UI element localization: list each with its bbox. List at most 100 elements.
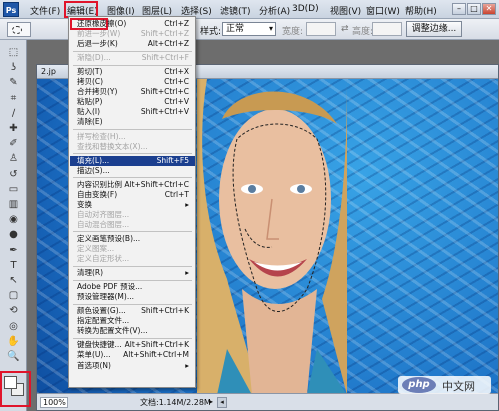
marquee-icon[interactable]: ⬚ [6, 47, 21, 59]
watermark: php 中文网 [398, 376, 491, 394]
type-icon[interactable]: T [6, 260, 21, 272]
edit-menu-item[interactable]: 剪切(T) Ctrl+X [70, 67, 195, 77]
quick-select-icon[interactable]: ✎ [6, 77, 21, 89]
edit-menu-item[interactable]: 键盘快捷键... Alt+Shift+Ctrl+K [70, 340, 195, 350]
menu-separator [73, 231, 192, 233]
menu-help[interactable]: 帮助(H) [405, 4, 437, 17]
menu-separator [73, 337, 192, 339]
menu-separator [73, 129, 192, 130]
menu-window[interactable]: 窗口(W) [366, 4, 400, 17]
zoom-icon[interactable]: 🔍 [6, 351, 21, 363]
menu-filter[interactable]: 滤镜(T) [220, 4, 251, 17]
menu-3d[interactable]: 3D(D) [292, 4, 319, 14]
edit-menu-item[interactable]: 清除(E) [70, 117, 195, 127]
shape-icon[interactable]: ▢ [6, 290, 21, 302]
edit-menu-item[interactable]: 描边(S)... [70, 166, 195, 176]
document-title: 2.jp [41, 67, 56, 76]
history-brush-icon[interactable]: ↺ [6, 169, 21, 181]
edit-menu-item[interactable]: 定义画笔预设(B)... [70, 234, 195, 244]
edit-menu-item[interactable]: 指定配置文件... [70, 316, 195, 326]
brush-icon[interactable]: ✐ [6, 138, 21, 150]
menu-item-label: 粘贴(P) [77, 97, 103, 107]
minimize-button[interactable]: – [452, 3, 466, 15]
menu-item-shortcut: Ctrl+V [164, 97, 189, 107]
elliptical-marquee-preset-icon[interactable] [7, 22, 31, 37]
toolbox: ⬚ ʖ ✎ ⌗ ∕ ✚ ✐ ♙ ↺ ▭ ▥ ◉ ● ✒ T ↖ ▢ ⟲ ◎ ✋ 🔍 [0, 40, 27, 411]
edit-menu-item[interactable]: 颜色设置(G)... Shift+Ctrl+K [70, 306, 195, 316]
menu-file[interactable]: 文件(F) [30, 4, 60, 17]
menu-item-label: 前进一步(W) [77, 29, 121, 39]
edit-menu-item[interactable]: 拷贝(C) Ctrl+C [70, 77, 195, 87]
edit-menu-item[interactable]: 粘贴(P) Ctrl+V [70, 97, 195, 107]
close-button[interactable]: ✕ [482, 3, 496, 15]
healing-brush-icon[interactable]: ✚ [6, 123, 21, 135]
menu-item-shortcut: Shift+F5 [156, 155, 189, 165]
edit-menu-item[interactable]: 填充(L)... Shift+F5 [70, 155, 195, 166]
height-input[interactable] [372, 22, 402, 36]
menu-view[interactable]: 视图(V) [330, 4, 361, 17]
menu-item-label: 自由变换(F) [77, 189, 118, 199]
swap-icon[interactable]: ⇄ [341, 24, 349, 34]
menu-item-label: 渐隐(D)... [77, 53, 111, 63]
menu-item-shortcut: Alt+Ctrl+Z [147, 39, 189, 49]
edit-menu-item: 拼写检查(H)... [70, 132, 195, 142]
edit-menu-item[interactable]: 贴入(I) Shift+Ctrl+V [70, 107, 195, 117]
edit-menu-item[interactable]: 变换 ▸ [70, 200, 195, 210]
maximize-button[interactable]: □ [467, 3, 481, 15]
scroll-left-button[interactable]: ◂ [217, 397, 227, 408]
menu-item-label: 贴入(I) [77, 107, 101, 117]
3d-orbit-icon[interactable]: ◎ [6, 321, 21, 333]
menu-separator [73, 265, 192, 267]
color-swatch-callout [0, 371, 31, 407]
clone-stamp-icon[interactable]: ♙ [6, 153, 21, 165]
menu-item-label: 查找和替换文本(X)... [77, 141, 148, 151]
status-bar: 100% 文档:1.14M/2.28M ▸ ◂ [37, 393, 498, 410]
edit-menu-item[interactable]: 菜单(U)... Alt+Shift+Ctrl+M [70, 350, 195, 360]
pen-icon[interactable]: ✒ [6, 245, 21, 257]
menu-item-label: 描边(S)... [77, 165, 110, 175]
eraser-icon[interactable]: ▭ [6, 184, 21, 196]
crop-icon[interactable]: ⌗ [6, 93, 21, 105]
menu-item-label: 清理(R) [77, 268, 104, 278]
menu-item-shortcut: Shift+Ctrl+V [140, 107, 189, 117]
lasso-icon[interactable]: ʖ [6, 62, 21, 74]
php-logo: php [402, 377, 436, 393]
menu-item-label: 定义画笔预设(B)... [77, 233, 141, 243]
menu-item-label: 剪切(T) [77, 67, 103, 77]
edit-menu-item[interactable]: 清理(R) ▸ [70, 268, 195, 278]
menu-separator [73, 50, 192, 52]
edit-menu-dropdown: 还原橡皮擦(O) Ctrl+Z 前进一步(W) Shift+Ctrl+Z 后退一步(K)… [68, 16, 196, 388]
path-select-icon[interactable]: ↖ [6, 275, 21, 287]
menu-separator [73, 177, 192, 179]
dodge-icon[interactable]: ● [6, 229, 21, 241]
hand-icon[interactable]: ✋ [6, 336, 21, 348]
edit-menu-item[interactable]: 合并拷贝(Y) Shift+Ctrl+C [70, 87, 195, 97]
style-select[interactable]: 正常 [222, 22, 276, 36]
edit-menu-item[interactable]: 内容识别比例 Alt+Shift+Ctrl+C [70, 180, 195, 190]
edit-menu-item: 自动对齐图层... [70, 210, 195, 220]
edit-menu-item[interactable]: Adobe PDF 预设... [70, 282, 195, 292]
status-menu-arrow-icon[interactable]: ▸ [209, 397, 213, 406]
menu-item-shortcut: Alt+Shift+Ctrl+C [124, 179, 189, 189]
menu-item-shortcut: Ctrl+Z [164, 19, 189, 28]
menu-item-label: 变换 [77, 199, 92, 209]
eyedropper-icon[interactable]: ∕ [6, 108, 21, 120]
edit-menu-item[interactable]: 预设管理器(M)... [70, 292, 195, 302]
3d-rotate-icon[interactable]: ⟲ [6, 305, 21, 317]
edit-menu-item[interactable]: 还原橡皮擦(O) Ctrl+Z [70, 19, 195, 29]
menu-item-label: 颜色设置(G)... [77, 306, 126, 316]
width-input[interactable] [306, 22, 336, 36]
edit-menu-item[interactable]: 转换为配置文件(V)... [70, 326, 195, 336]
menu-item-label: 定义自定形状... [77, 254, 130, 264]
edit-menu-item: 自动混合图层... [70, 220, 195, 230]
menu-item-shortcut: Ctrl+X [164, 67, 189, 77]
edit-menu-item[interactable]: 首选项(N) ▸ [70, 361, 195, 371]
menu-analysis[interactable]: 分析(A) [259, 4, 290, 17]
gradient-icon[interactable]: ▥ [6, 199, 21, 211]
blur-icon[interactable]: ◉ [6, 214, 21, 226]
menu-item-label: 内容识别比例 [77, 179, 122, 189]
refine-edge-button[interactable]: 调整边缘... [406, 21, 462, 37]
edit-menu-item[interactable]: 自由变换(F) Ctrl+T [70, 190, 195, 200]
edit-menu-item[interactable]: 后退一步(K) Alt+Ctrl+Z [70, 39, 195, 49]
zoom-level-field[interactable]: 100% [40, 397, 68, 408]
